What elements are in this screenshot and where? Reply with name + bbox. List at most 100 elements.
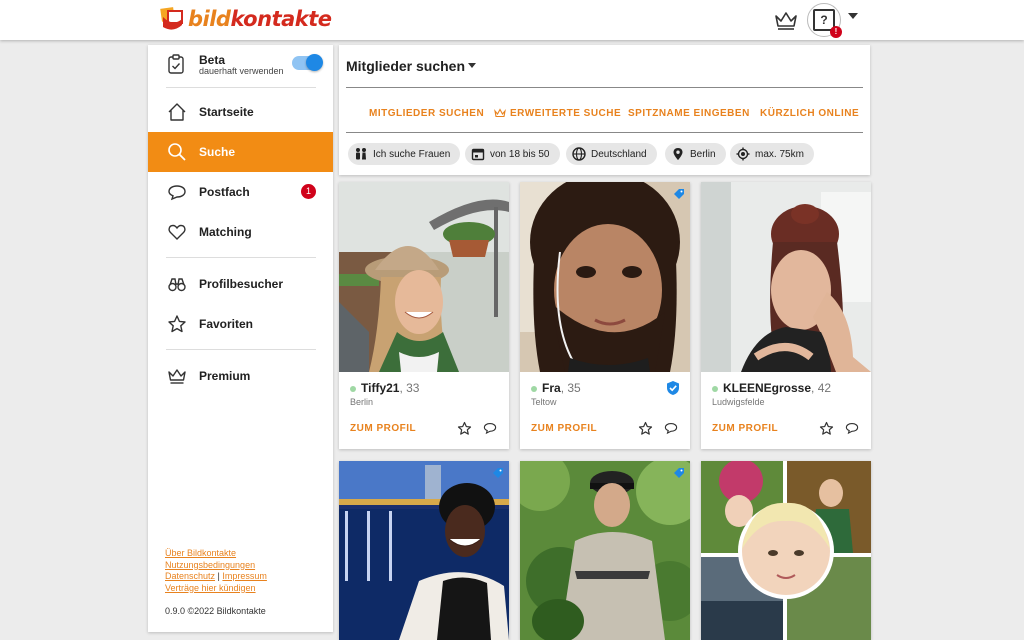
beta-title: Beta xyxy=(199,53,226,67)
tag-icon xyxy=(673,187,685,199)
verified-shield-icon xyxy=(666,380,680,396)
page-title[interactable]: Mitglieder suchen xyxy=(346,58,465,74)
star-icon xyxy=(167,314,187,334)
gps-target-icon xyxy=(736,147,750,161)
tab-kuerzlich-online[interactable]: KÜRZLICH ONLINE xyxy=(760,108,859,119)
member-city: Berlin xyxy=(350,397,374,407)
favorite-star-icon[interactable] xyxy=(638,421,653,436)
link-terms[interactable]: Nutzungsbedingungen xyxy=(165,560,255,570)
chip-label: Berlin xyxy=(690,148,716,160)
divider xyxy=(166,257,316,258)
tab-spitzname-eingeben[interactable]: SPITZNAME EINGEBEN xyxy=(628,108,750,119)
member-name: Fra, 35 xyxy=(542,381,581,395)
sidebar-item-suche[interactable]: Suche xyxy=(148,132,333,172)
sidebar-item-label: Matching xyxy=(199,225,252,239)
title-dropdown-icon[interactable] xyxy=(468,63,476,68)
logo-icon xyxy=(159,7,185,31)
member-city: Teltow xyxy=(531,397,557,407)
view-profile-button[interactable]: ZUM PROFIL xyxy=(350,423,416,434)
divider xyxy=(166,349,316,350)
sidebar-item-premium[interactable]: Premium xyxy=(148,356,333,396)
sidebar-item-startseite[interactable]: Startseite xyxy=(148,92,333,132)
divider xyxy=(346,132,863,133)
member-card[interactable] xyxy=(701,461,871,640)
member-card[interactable] xyxy=(339,461,509,640)
chip-label: Ich suche Frauen xyxy=(373,148,451,160)
crown-icon xyxy=(494,108,506,122)
sidebar-item-label: Postfach xyxy=(199,185,250,199)
filter-chip-distance[interactable]: max. 75km xyxy=(730,143,814,165)
notification-badge: ! xyxy=(830,26,842,38)
link-separator: | xyxy=(217,571,220,581)
filter-chip-gender[interactable]: Ich suche Frauen xyxy=(348,143,461,165)
version-text: 0.9.0 ©2022 Bildkontakte xyxy=(165,606,266,616)
member-card[interactable]: KLEENEgrosse, 42 Ludwigsfelde ZUM PROFIL xyxy=(701,182,871,449)
member-photo[interactable] xyxy=(339,182,509,372)
footer-links: Über Bildkontakte Nutzungsbedingungen Da… xyxy=(165,548,267,594)
tab-erweiterte-suche[interactable]: ERWEITERTE SUCHE xyxy=(494,108,621,119)
chip-label: max. 75km xyxy=(755,148,804,160)
filter-chip-city[interactable]: Berlin xyxy=(665,143,726,165)
favorite-star-icon[interactable] xyxy=(819,421,834,436)
member-photo[interactable] xyxy=(339,461,509,640)
chat-icon xyxy=(167,182,187,202)
sidebar-item-label: Startseite xyxy=(199,105,254,119)
location-pin-icon xyxy=(671,147,685,161)
sidebar-item-postfach[interactable]: Postfach 1 xyxy=(148,172,333,212)
link-cancel-contracts[interactable]: Verträge hier kündigen xyxy=(165,583,256,593)
divider xyxy=(166,87,316,88)
tag-icon xyxy=(492,466,504,478)
premium-crown-icon[interactable] xyxy=(774,9,798,31)
link-about[interactable]: Über Bildkontakte xyxy=(165,548,236,558)
sidebar-item-profilbesucher[interactable]: Profilbesucher xyxy=(148,264,333,304)
user-menu-caret-icon[interactable] xyxy=(848,13,858,19)
message-bubble-icon[interactable] xyxy=(664,422,678,435)
filter-chip-country[interactable]: Deutschland xyxy=(566,143,657,165)
member-photo[interactable] xyxy=(701,461,871,640)
search-panel: Mitglieder suchen MITGLIEDER SUCHEN ERWE… xyxy=(339,45,870,175)
calendar-icon xyxy=(471,147,485,161)
member-photo[interactable] xyxy=(520,182,690,372)
message-bubble-icon[interactable] xyxy=(483,422,497,435)
logo[interactable]: bildkontakte xyxy=(159,6,332,32)
unread-badge: 1 xyxy=(301,184,316,199)
member-photo[interactable] xyxy=(701,182,871,372)
top-bar: bildkontakte ? ! xyxy=(0,0,1024,40)
member-photo[interactable] xyxy=(520,461,690,640)
filter-chip-age[interactable]: von 18 bis 50 xyxy=(465,143,560,165)
beta-toggle[interactable] xyxy=(292,54,323,71)
beta-subtitle: dauerhaft verwenden xyxy=(199,66,284,76)
sidebar-item-label: Favoriten xyxy=(199,317,254,331)
member-card[interactable]: Tiffy21, 33 Berlin ZUM PROFIL xyxy=(339,182,509,449)
divider xyxy=(346,87,863,88)
brand-name: bildkontakte xyxy=(188,7,332,31)
sidebar-item-label: Premium xyxy=(199,369,251,383)
sidebar-item-label: Suche xyxy=(199,145,236,159)
member-card[interactable]: Fra, 35 Teltow ZUM PROFIL xyxy=(520,182,690,449)
link-imprint[interactable]: Impressum xyxy=(222,571,267,581)
people-icon xyxy=(354,147,368,161)
heart-icon xyxy=(167,222,187,242)
tag-icon xyxy=(673,466,685,478)
search-icon xyxy=(167,142,187,162)
chip-label: von 18 bis 50 xyxy=(490,148,550,160)
sidebar-item-favoriten[interactable]: Favoriten xyxy=(148,304,333,344)
toggle-knob xyxy=(306,54,323,71)
member-card[interactable] xyxy=(520,461,690,640)
online-status-dot xyxy=(531,386,537,392)
online-status-dot xyxy=(712,386,718,392)
member-name: Tiffy21, 33 xyxy=(361,381,420,395)
beta-row: Beta dauerhaft verwenden xyxy=(148,45,333,85)
crown-icon xyxy=(167,366,187,386)
sidebar-item-matching[interactable]: Matching xyxy=(148,212,333,252)
view-profile-button[interactable]: ZUM PROFIL xyxy=(712,423,778,434)
message-bubble-icon[interactable] xyxy=(845,422,859,435)
chip-label: Deutschland xyxy=(591,148,647,160)
member-city: Ludwigsfelde xyxy=(712,397,765,407)
view-profile-button[interactable]: ZUM PROFIL xyxy=(531,423,597,434)
favorite-star-icon[interactable] xyxy=(457,421,472,436)
tab-mitglieder-suchen[interactable]: MITGLIEDER SUCHEN xyxy=(369,108,484,119)
link-privacy[interactable]: Datenschutz xyxy=(165,571,215,581)
globe-icon xyxy=(572,147,586,161)
sidebar: Beta dauerhaft verwenden Startseite Such… xyxy=(148,45,333,632)
